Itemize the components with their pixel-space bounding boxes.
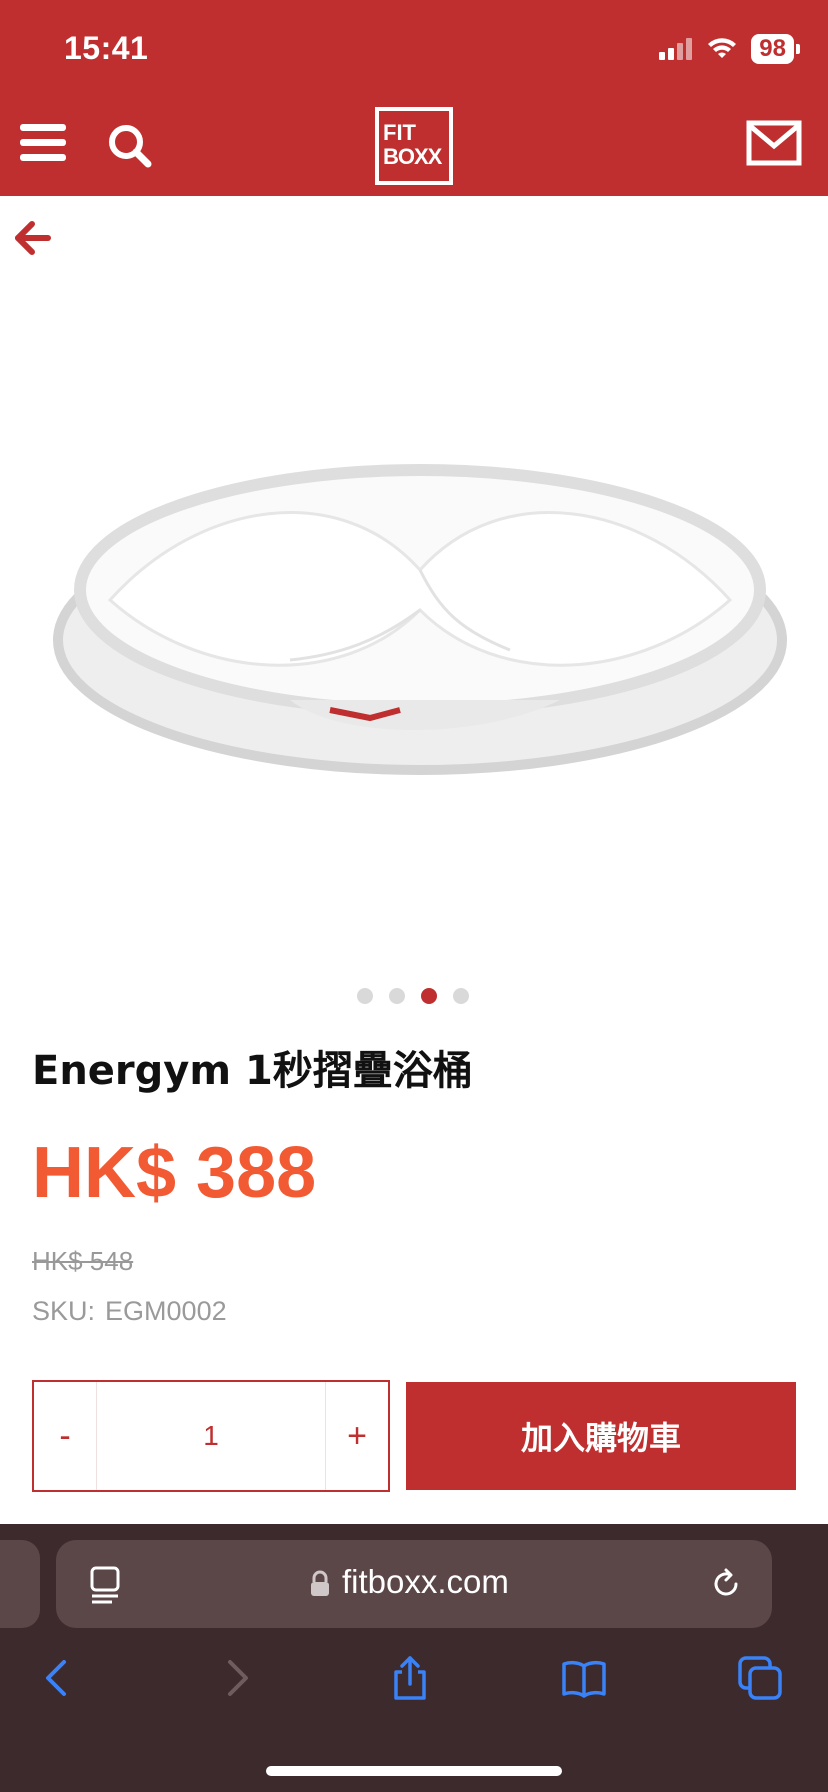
previous-tab-preview[interactable] <box>0 1540 40 1628</box>
reload-icon[interactable] <box>708 1566 744 1602</box>
fitboxx-logo[interactable]: FIT BOXX <box>375 107 453 185</box>
quantity-stepper: - 1 + <box>32 1380 390 1492</box>
url-text[interactable]: fitboxx.com <box>342 1563 509 1601</box>
status-time: 15:41 <box>64 30 149 66</box>
bookmarks-icon[interactable] <box>560 1654 608 1702</box>
sku: SKU: EGM0002 <box>32 1296 237 1327</box>
browser-forward-icon[interactable] <box>212 1654 260 1702</box>
quantity-input[interactable]: 1 <box>96 1382 326 1490</box>
product-image[interactable] <box>40 440 800 800</box>
original-price: HK$ 548 <box>32 1246 134 1276</box>
logo-line1: FIT <box>383 120 416 145</box>
increase-quantity-button[interactable]: + <box>326 1382 388 1490</box>
logo-line2: BOXX <box>383 144 442 169</box>
add-to-cart-button[interactable]: 加入購物車 <box>406 1382 796 1490</box>
mail-icon[interactable] <box>746 120 802 166</box>
wifi-icon <box>708 38 737 58</box>
carousel-dot[interactable] <box>357 988 373 1004</box>
decrease-quantity-button[interactable]: - <box>34 1382 96 1490</box>
carousel-dot-active[interactable] <box>421 988 437 1004</box>
back-arrow-icon[interactable] <box>12 218 52 258</box>
signal-icon <box>659 38 693 60</box>
home-indicator <box>266 1766 562 1776</box>
carousel-dot[interactable] <box>453 988 469 1004</box>
product-price: HK$ 388 <box>32 1133 317 1213</box>
product-title: Energym 1秒摺疊浴桶 <box>32 1048 473 1094</box>
carousel-dot[interactable] <box>389 988 405 1004</box>
lock-icon <box>311 1570 329 1596</box>
share-icon[interactable] <box>386 1654 434 1702</box>
browser-back-icon[interactable] <box>34 1654 82 1702</box>
search-icon[interactable] <box>106 122 154 170</box>
menu-icon[interactable] <box>20 124 66 164</box>
status-icons: 98 <box>659 34 800 64</box>
page-menu-icon[interactable] <box>88 1564 124 1604</box>
sku-value: EGM0002 <box>105 1296 227 1326</box>
battery-indicator: 98 <box>751 34 800 64</box>
tabs-icon[interactable] <box>736 1654 784 1702</box>
carousel-dots <box>357 988 469 1004</box>
sku-label: SKU: <box>32 1296 96 1326</box>
